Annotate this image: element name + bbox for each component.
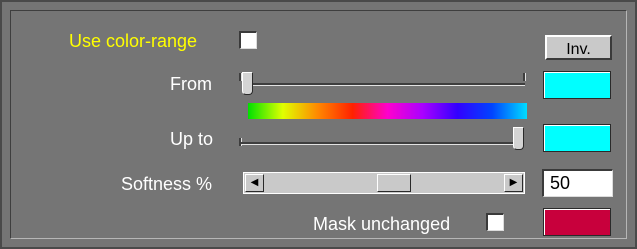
- mask-color-swatch[interactable]: [543, 208, 611, 236]
- from-slider-track: [245, 83, 525, 86]
- triangle-right-icon[interactable]: ▶: [504, 174, 523, 192]
- from-slider-thumb[interactable]: [242, 72, 253, 95]
- up-to-slider-track: [241, 142, 521, 145]
- from-label: From: [170, 74, 212, 94]
- softness-scrollbar-thumb[interactable]: [377, 174, 411, 192]
- use-color-range-label: Use color-range: [69, 31, 198, 51]
- from-slider-max-tick: [523, 73, 526, 81]
- mask-unchanged-checkbox[interactable]: [486, 213, 504, 231]
- up-to-slider-thumb[interactable]: [513, 127, 524, 150]
- use-color-range-checkbox[interactable]: [239, 31, 257, 49]
- up-to-label: Up to: [170, 129, 214, 149]
- invert-button[interactable]: Inv.: [545, 35, 612, 60]
- softness-scrollbar[interactable]: ◀ ▶: [243, 172, 525, 194]
- from-color-swatch[interactable]: [543, 71, 611, 99]
- softness-value-input[interactable]: 50: [542, 169, 613, 197]
- mask-unchanged-label: Mask unchanged: [313, 214, 451, 234]
- color-range-panel: Use color-range Inv. From Up to Softness…: [0, 0, 637, 249]
- up-to-color-swatch[interactable]: [543, 124, 611, 152]
- triangle-left-icon[interactable]: ◀: [245, 174, 264, 192]
- softness-label: Softness %: [121, 174, 213, 194]
- hue-spectrum-bar: [248, 103, 527, 119]
